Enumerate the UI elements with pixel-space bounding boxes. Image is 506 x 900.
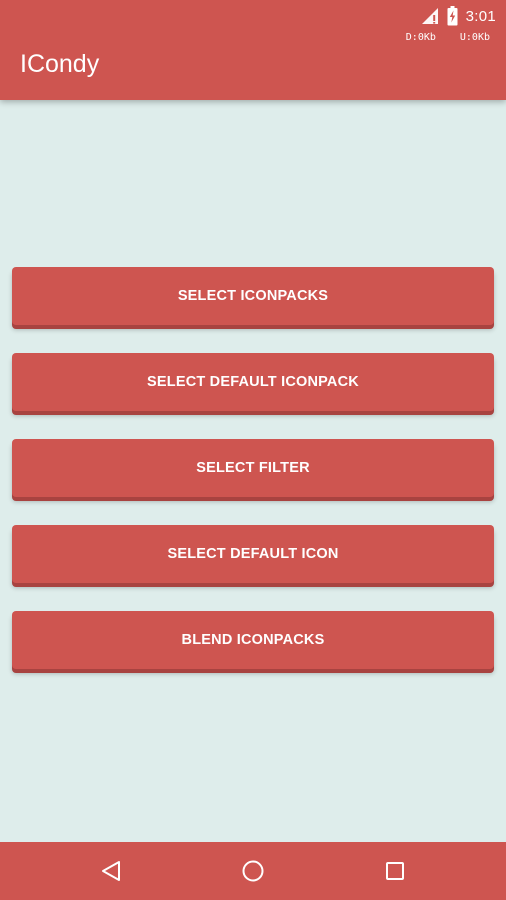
signal-icon bbox=[421, 7, 439, 25]
upload-speed: U:0Kb bbox=[459, 32, 490, 43]
recents-button[interactable] bbox=[365, 842, 425, 900]
recents-icon bbox=[383, 859, 407, 883]
select-iconpacks-button[interactable]: SELECT ICONPACKS bbox=[12, 267, 494, 325]
home-button[interactable] bbox=[223, 842, 283, 900]
back-button[interactable] bbox=[81, 842, 141, 900]
home-icon bbox=[241, 859, 265, 883]
select-default-icon-button[interactable]: SELECT DEFAULT ICON bbox=[12, 525, 494, 583]
select-default-iconpack-button[interactable]: SELECT DEFAULT ICONPACK bbox=[12, 353, 494, 411]
select-filter-button[interactable]: SELECT FILTER bbox=[12, 439, 494, 497]
status-bar: 3:01 bbox=[421, 6, 496, 26]
network-speed: D:0Kb U:0Kb bbox=[406, 32, 490, 43]
back-icon bbox=[99, 859, 123, 883]
app-title: ICondy bbox=[20, 50, 100, 78]
blend-iconpacks-button[interactable]: BLEND ICONPACKS bbox=[12, 611, 494, 669]
download-speed: D:0Kb bbox=[405, 32, 436, 43]
app-bar: 3:01 D:0Kb U:0Kb ICondy bbox=[0, 0, 506, 100]
status-time: 3:01 bbox=[465, 7, 496, 25]
battery-charging-icon bbox=[447, 6, 458, 26]
navigation-bar bbox=[0, 842, 506, 900]
